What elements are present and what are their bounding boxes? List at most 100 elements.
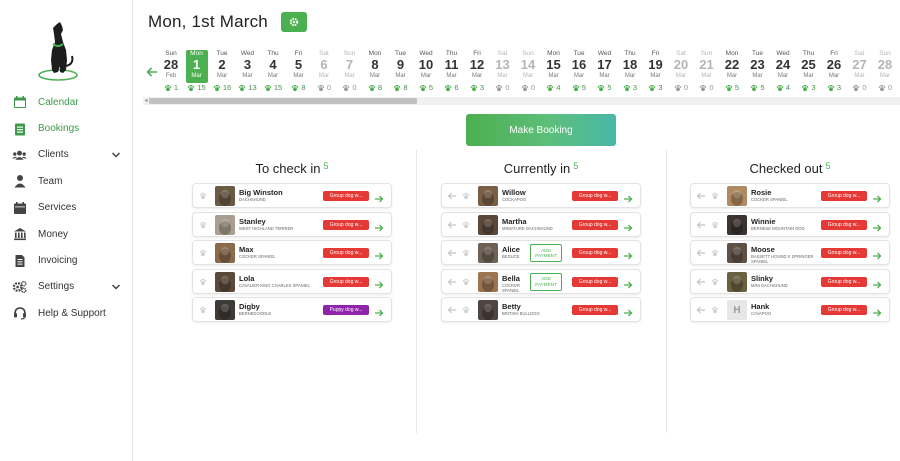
booking-card[interactable]: Max Cocker Spaniel Group dog w... — [192, 240, 392, 265]
move-back-button[interactable] — [695, 276, 707, 288]
sidebar-item-help[interactable]: Help & Support — [0, 300, 133, 326]
move-forward-button[interactable] — [872, 191, 882, 203]
sidebar-item-services[interactable]: Services — [0, 195, 133, 221]
day-cell[interactable]: Thu 4 Mar — [262, 50, 284, 83]
day-cell[interactable]: Tue 2 Mar — [211, 50, 233, 83]
sidebar-item-clients[interactable]: Clients — [0, 142, 133, 168]
sidebar-item-settings[interactable]: Settings — [0, 274, 133, 300]
booking-card[interactable]: Big Winston Dachshund Group dog w... — [192, 183, 392, 208]
move-back-button[interactable] — [446, 304, 458, 316]
day-cell[interactable]: Mon 8 Mar — [364, 50, 386, 83]
day-cell[interactable]: Wed 24 Mar — [772, 50, 794, 83]
booking-card[interactable]: Alice Beduce ADD PAYMENT Group dog w... — [441, 240, 641, 265]
booking-card[interactable]: Winnie Bernese Mountain Dog Group dog w... — [690, 211, 890, 237]
move-back-button[interactable] — [695, 247, 707, 259]
day-cell[interactable]: Sat 13 Mar — [492, 50, 514, 83]
move-forward-button[interactable] — [623, 305, 633, 317]
booking-card[interactable]: Bella Cocker Spaniel ADD PAYMENT Group dog … — [441, 268, 641, 294]
move-forward-button[interactable] — [872, 277, 882, 288]
day-cell[interactable]: Wed 10 Mar — [415, 50, 437, 83]
day-number: 2 — [218, 57, 226, 72]
day-cell[interactable]: Thu 25 Mar — [798, 50, 820, 83]
dog-photo — [727, 243, 747, 263]
move-forward-button[interactable] — [374, 277, 384, 288]
add-payment-button[interactable]: ADD PAYMENT — [530, 272, 562, 291]
day-cell[interactable]: Wed 3 Mar — [237, 50, 259, 83]
day-cell[interactable]: Sat 20 Mar — [670, 50, 692, 83]
day-cell[interactable]: Mon 1 Mar — [185, 50, 208, 83]
booking-card[interactable]: Betty British Bulldog Group dog w... — [441, 297, 641, 322]
move-back-button[interactable] — [446, 247, 458, 259]
move-forward-button[interactable] — [623, 248, 633, 260]
dog-photo — [478, 271, 498, 292]
dog-breed: Cocker Spaniel — [239, 254, 276, 259]
day-cell[interactable]: Sun 14 Mar — [517, 50, 539, 83]
arrow-left-icon — [696, 306, 705, 314]
day-month: Mar — [522, 73, 534, 79]
service-badge: Group dog w... — [572, 276, 618, 287]
move-forward-button[interactable] — [623, 191, 633, 203]
date-settings-button[interactable] — [281, 12, 307, 32]
arrow-left-icon[interactable] — [146, 66, 158, 78]
booking-card[interactable]: Martha Miniature Dachshund Group dog w... — [441, 211, 641, 237]
chevron-down-icon[interactable] — [111, 282, 121, 292]
booking-card[interactable]: Lola Cavalier King Charles Spaniel Group d… — [192, 268, 392, 294]
scroll-thumb[interactable] — [149, 98, 417, 104]
booking-card[interactable]: H Hank Cavapoo Group dog w... — [690, 297, 890, 322]
move-back-button[interactable] — [446, 219, 458, 231]
booking-count: 8 — [390, 83, 412, 92]
move-forward-button[interactable] — [374, 220, 384, 231]
day-cell[interactable]: Mon 15 Mar — [543, 50, 565, 83]
move-forward-button[interactable] — [872, 305, 882, 317]
sidebar-item-invoicing[interactable]: Invoicing — [0, 247, 133, 273]
day-cell[interactable]: Sat 27 Mar — [849, 50, 871, 83]
move-forward-button[interactable] — [872, 220, 882, 231]
add-payment-button[interactable]: ADD PAYMENT — [530, 244, 562, 262]
booking-count: 8 — [288, 83, 310, 92]
day-cell[interactable]: Tue 16 Mar — [568, 50, 590, 83]
day-cell[interactable]: Sun 7 Mar — [339, 50, 361, 83]
move-back-button[interactable] — [446, 190, 458, 202]
day-cell[interactable]: Mon 22 Mar — [721, 50, 743, 83]
sidebar-item-bookings[interactable]: Bookings — [0, 115, 133, 141]
move-forward-button[interactable] — [374, 191, 384, 203]
day-cell[interactable]: Sat 6 Mar — [313, 50, 335, 83]
booking-card[interactable]: Willow Cockapoo Group dog w... — [441, 183, 641, 208]
booking-card[interactable]: Stanley West Highland Terrier Group dog w.… — [192, 211, 392, 237]
day-month: Mar — [599, 73, 610, 79]
sidebar-item-money[interactable]: Money — [0, 221, 133, 247]
booking-card[interactable]: Digby Bernedoodle Puppy dog w... — [192, 297, 392, 322]
move-forward-button[interactable] — [623, 220, 633, 231]
booking-card[interactable]: Slinky Mini Dachshund Group dog w... — [690, 268, 890, 294]
move-back-button[interactable] — [695, 219, 707, 231]
day-cell[interactable]: Fri 12 Mar — [466, 50, 488, 83]
day-cell[interactable]: Thu 18 Mar — [619, 50, 641, 83]
day-cell[interactable]: Fri 5 Mar — [288, 50, 310, 83]
day-cell[interactable]: Fri 19 Mar — [645, 50, 667, 83]
move-back-button[interactable] — [695, 304, 707, 316]
horizontal-scrollbar[interactable]: ◂ — [143, 97, 900, 105]
day-cell[interactable]: Sun 21 Mar — [696, 50, 718, 83]
make-booking-button[interactable]: Make Booking — [466, 114, 616, 146]
sidebar-item-calendar[interactable]: Calendar — [0, 89, 133, 115]
move-back-button[interactable] — [695, 190, 707, 202]
booking-card[interactable]: Rosie Cocker Spaniel Group dog w... — [690, 183, 890, 208]
day-cell[interactable]: Fri 26 Mar — [823, 50, 845, 83]
sidebar-item-team[interactable]: Team — [0, 168, 133, 194]
day-cell[interactable]: Sun 28 Mar — [874, 50, 896, 83]
booking-card[interactable]: Moose Bassett Hound x Springer Spaniel Gro… — [690, 240, 890, 265]
move-forward-button[interactable] — [872, 248, 882, 260]
chevron-down-icon[interactable] — [111, 150, 121, 160]
day-cell[interactable]: Wed 17 Mar — [594, 50, 616, 83]
day-cell[interactable]: Sun 28 Feb — [160, 50, 182, 83]
move-forward-button[interactable] — [374, 305, 384, 317]
dog-name: Winnie — [751, 216, 776, 226]
clipboard-icon — [12, 121, 27, 136]
move-forward-button[interactable] — [374, 248, 384, 260]
dog-photo — [215, 186, 235, 206]
day-cell[interactable]: Tue 23 Mar — [747, 50, 769, 83]
move-forward-button[interactable] — [623, 277, 633, 288]
day-cell[interactable]: Thu 11 Mar — [441, 50, 463, 83]
day-cell[interactable]: Tue 9 Mar — [390, 50, 412, 83]
move-back-button[interactable] — [446, 276, 458, 288]
